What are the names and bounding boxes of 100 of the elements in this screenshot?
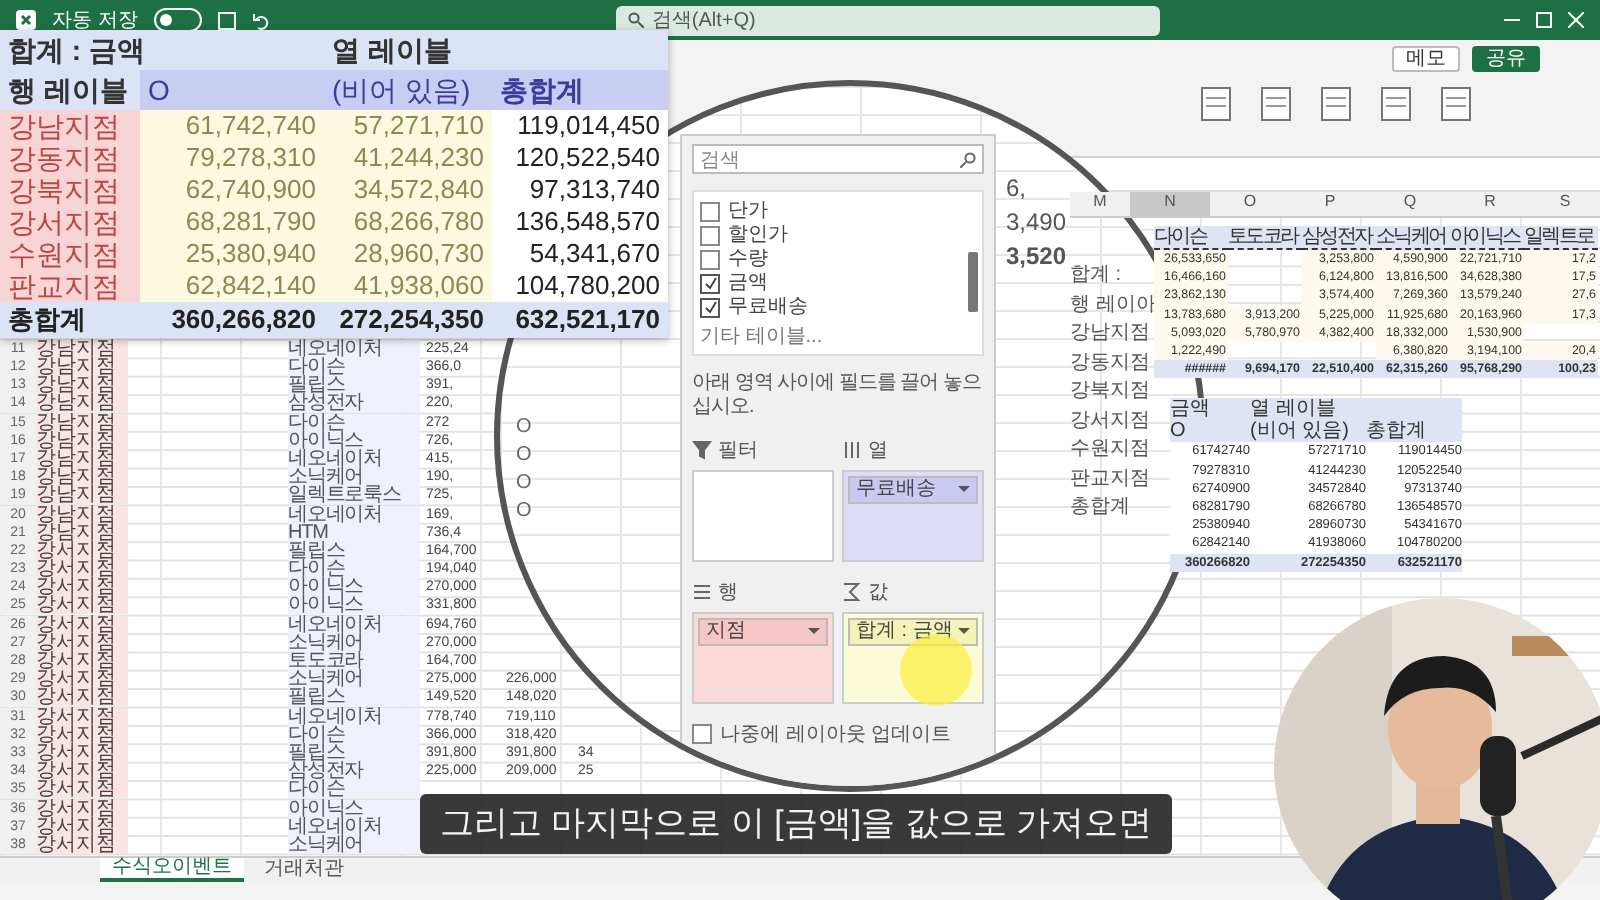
table-cell: 119,014,450 [492,110,668,142]
table-cell: O [516,502,532,522]
table-cell: O [516,474,532,494]
table-cell: 3,520 [1006,242,1067,270]
search-icon [627,12,644,28]
table-cell: 아이닉스 [288,578,420,597]
column-header: (비어 있음) [324,70,492,110]
table-cell-text: 6, [1006,174,1029,202]
column-header[interactable]: P [1290,192,1370,216]
area-label: 행 [692,578,834,606]
ribbon-command-icon[interactable] [1440,86,1472,126]
area-icon [692,582,712,602]
search-field[interactable]: 검색 [692,144,984,174]
ribbon-command-icon[interactable] [1200,86,1232,126]
ribbon-command-icon[interactable] [1320,86,1352,126]
field-chip[interactable]: 무료배송 [848,476,978,504]
column-header[interactable]: N [1130,192,1210,216]
ribbon-command-icon[interactable] [1260,86,1292,126]
close-icon[interactable] [1568,12,1584,28]
drop-area[interactable]: 지점 [692,612,834,704]
drop-area[interactable]: 무료배송 [842,470,984,562]
more-tables-link[interactable]: 기타 테이블... [700,326,958,348]
table-cell: 강남지점 [36,394,128,413]
table-cell: 강서지점 [36,835,128,854]
checkbox[interactable] [700,201,720,221]
defer-checkbox[interactable]: 나중에 레이아웃 업데이트 [692,720,984,748]
column-header[interactable]: Q [1370,192,1450,216]
area-icon [692,440,712,460]
total-label: 총합계 [6,302,88,338]
column-header: (비어 있음) [1250,420,1366,443]
table-cell: 강남지점 [36,413,128,432]
subtitle: 그리고 마지막으로 이 [금액]을 값으로 가져오면 [420,794,1173,854]
table-cell: 강서지점 [36,799,128,818]
table-cell: 강서지점 [36,578,128,597]
table-cell: 필립스 [288,376,420,395]
excel-icon[interactable] [16,10,36,30]
row-label: 강서지점 [1070,407,1152,434]
column-header[interactable]: R [1450,192,1530,216]
field-item[interactable]: 무료배송 [700,296,958,318]
autosave-label: 자동 저장 [52,8,138,34]
column-label: 열 레이블 [1250,398,1462,421]
column-header: 총합계 [1366,420,1462,443]
table-cell: 강서지점 [36,688,128,707]
area-icon [842,582,862,602]
table-cell: 62,842,140 [140,270,324,302]
column-header[interactable]: M [1070,192,1130,216]
table-cell: 네오네이처 [288,505,420,524]
comment-button[interactable]: 메모 [1392,46,1460,72]
table-cell: 네오네이처 [288,615,420,634]
maximize-icon[interactable] [1536,12,1552,28]
table-cell: 강서지점 [36,743,128,762]
table-cell: 41,244,230 [324,142,492,174]
pivot-corner: 합계 : 금액 [6,32,140,70]
field-item[interactable]: 할인가 [700,224,958,246]
field-item[interactable]: 수량 [700,248,958,270]
table-cell: 68,266,780 [324,206,492,238]
row-label: 강북지점 [1070,378,1152,405]
table-cell: 강남지점 [36,449,128,468]
ribbon-command-icon[interactable] [1380,86,1412,126]
row-label: 판교지점 [0,270,140,302]
table-cell: 120,522,540 [492,142,668,174]
table-cell: 28,960,730 [324,238,492,270]
row-label: 행 레이아 [1070,291,1154,318]
sheet-tab[interactable]: 수식오이벤트 [100,858,244,882]
table-cell: 강남지점 [36,523,128,542]
total-cell-text: 272,254,350 [337,302,486,338]
table-cell: 34,572,840 [324,174,492,206]
save-icon[interactable] [217,11,236,29]
checkbox[interactable] [700,297,720,317]
column-header: 일렉트로 [1524,226,1598,250]
column-header[interactable]: S [1530,192,1600,216]
table-cell: 79,278,310 [140,142,324,174]
undo-icon[interactable] [251,11,272,29]
field-item[interactable]: 단가 [700,200,958,222]
field-chip[interactable]: 지점 [698,618,828,646]
row-label: 행 레이블 [6,72,130,110]
table-cell: 강서지점 [36,817,128,836]
sheet-tab[interactable]: 거래처관 [252,858,356,882]
search-field[interactable]: 검색(Alt+Q) [615,5,1160,35]
share-button[interactable]: 공유 [1472,46,1540,72]
checkbox[interactable] [700,273,720,293]
scrollbar[interactable] [968,252,978,312]
table-cell: 다이슨 [288,560,420,579]
column-header: 소닉케어 [1376,226,1450,250]
checkbox[interactable] [700,249,720,269]
field-item[interactable]: 금액 [700,272,958,294]
table-cell: 강남지점 [36,486,128,505]
total-cell-text: 632,521,170 [513,302,662,338]
table-cell: 54,341,670 [492,238,668,270]
table-cell: 3,490 [1006,208,1067,236]
row-label: 수원지점 [0,238,140,270]
column-header: 아이닉스 [1450,226,1524,250]
checkbox[interactable] [700,225,720,245]
table-cell: 아이닉스 [288,431,420,450]
table-cell: 필립스 [288,688,420,707]
table-cell: 토도코라 [288,652,420,671]
column-header[interactable]: O [1210,192,1290,216]
column-label: 열 레이블 [330,32,454,70]
table-cell: 강서지점 [36,780,128,799]
field-chip[interactable]: 합계 : 금액 [848,618,978,646]
